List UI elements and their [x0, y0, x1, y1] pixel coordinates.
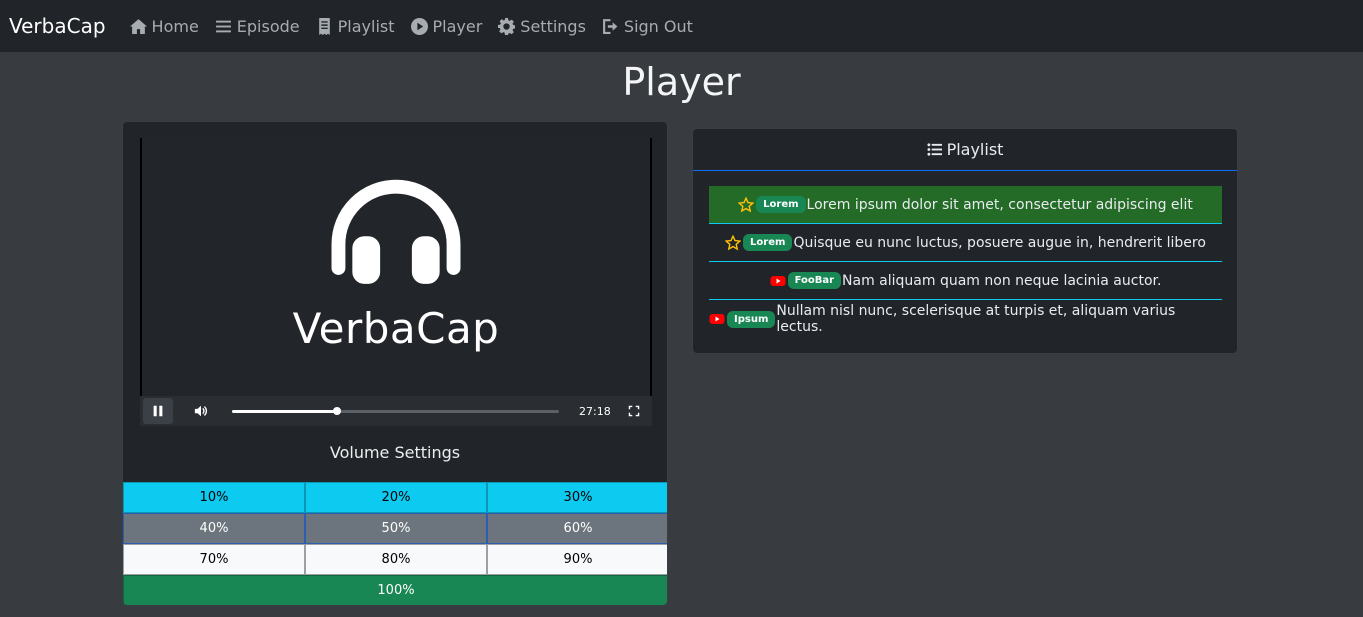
nav-sign-out-label: Sign Out [623, 16, 693, 36]
youtube-icon [709, 311, 725, 327]
player-controls: 27:18 [140, 396, 652, 426]
playlist-title: Playlist [946, 140, 1004, 159]
playlist-item-text: Lorem ipsum dolor sit amet, consectetur … [806, 196, 1193, 213]
progress-thumb[interactable] [332, 406, 341, 415]
volume-20-button[interactable]: 20% [305, 482, 487, 513]
playlist-item-text: Quisque eu nunc luctus, posuere augue in… [793, 234, 1206, 251]
volume-90-button[interactable]: 90% [487, 544, 667, 575]
volume-row: 10% 20% 30% [123, 482, 667, 513]
volume-70-button[interactable]: 70% [123, 544, 305, 575]
volume-40-button[interactable]: 40% [123, 513, 305, 544]
time-remaining: 27:18 [579, 404, 611, 418]
nav-playlist[interactable]: Playlist [316, 17, 395, 36]
fullscreen-icon [628, 405, 640, 417]
nav-player-label: Player [432, 16, 483, 36]
volume-30-button[interactable]: 30% [487, 482, 667, 513]
volume-icon [194, 405, 208, 417]
volume-10-button[interactable]: 10% [123, 482, 305, 513]
volume-grid: 10% 20% 30% 40% 50% 60% 70% 80% 90% 100% [123, 482, 667, 605]
nav-home[interactable]: Home [129, 16, 199, 36]
video-area[interactable]: VerbaCap [140, 138, 652, 396]
nav-sign-out[interactable]: Sign Out [602, 17, 693, 36]
playlist-item-text: Nullam nisl nunc, scelerisque at turpis … [776, 303, 1176, 335]
playlist-item-text: Nam aliquam quam non neque lacinia aucto… [842, 272, 1162, 289]
playlist-item[interactable]: Lorem Lorem ipsum dolor sit amet, consec… [709, 186, 1222, 224]
playlist-badge: Lorem [743, 234, 793, 251]
fullscreen-button[interactable] [619, 396, 649, 426]
pause-icon [153, 405, 163, 417]
progress-bar[interactable] [232, 406, 559, 415]
volume-settings-title: Volume Settings [329, 443, 461, 462]
page-title: Player [622, 60, 741, 104]
nav-episode-label: Episode [236, 16, 300, 36]
list-ul-icon [927, 143, 942, 156]
mute-button[interactable] [186, 396, 216, 426]
nav-settings-label: Settings [520, 16, 586, 36]
nav-player[interactable]: Player [410, 16, 483, 36]
star-icon [725, 234, 742, 251]
gear-icon [498, 17, 516, 35]
video-logo-text: VerbaCap [292, 304, 500, 353]
sign-out-icon [602, 18, 618, 34]
playlist-badge: Lorem [756, 196, 806, 213]
nav-settings[interactable]: Settings [498, 17, 586, 36]
progress-fill [232, 409, 337, 413]
playlist-header: Playlist [693, 129, 1237, 171]
navbar: VerbaCap Home Episode Playlist Player Se… [0, 0, 1363, 52]
brand-logo[interactable]: VerbaCap [9, 14, 106, 38]
list-icon [215, 20, 231, 32]
volume-60-button[interactable]: 60% [487, 513, 667, 544]
headphones-icon [331, 179, 461, 284]
volume-row: 40% 50% 60% [123, 513, 667, 544]
volume-80-button[interactable]: 80% [305, 544, 487, 575]
youtube-icon [770, 273, 786, 289]
playlist-item[interactable]: FooBar Nam aliquam quam non neque lacini… [709, 262, 1222, 300]
star-icon [738, 196, 755, 213]
playlist-card: Playlist Lorem Lorem ipsum dolor sit ame… [692, 128, 1238, 354]
volume-50-button[interactable]: 50% [305, 513, 487, 544]
playlist-item[interactable]: Ipsum Nullam nisl nunc, scelerisque at t… [709, 300, 1222, 338]
playlist-item[interactable]: Lorem Quisque eu nunc luctus, posuere au… [709, 224, 1222, 262]
pause-button[interactable] [143, 398, 173, 424]
playlist-badge: Ipsum [727, 310, 776, 328]
receipt-icon [318, 17, 330, 35]
volume-row: 100% [123, 575, 667, 605]
playlist-badge: FooBar [787, 272, 842, 289]
player-card: VerbaCap 27:18 Volume Settings 10% 20% 3… [122, 121, 668, 606]
nav-playlist-label: Playlist [337, 16, 395, 36]
playlist-list: Lorem Lorem ipsum dolor sit amet, consec… [709, 186, 1222, 338]
volume-row: 70% 80% 90% [123, 544, 667, 575]
home-icon [129, 18, 147, 34]
nav-episode[interactable]: Episode [215, 17, 300, 36]
volume-100-button[interactable]: 100% [123, 575, 667, 605]
nav-home-label: Home [151, 16, 199, 36]
play-circle-icon [410, 17, 428, 35]
